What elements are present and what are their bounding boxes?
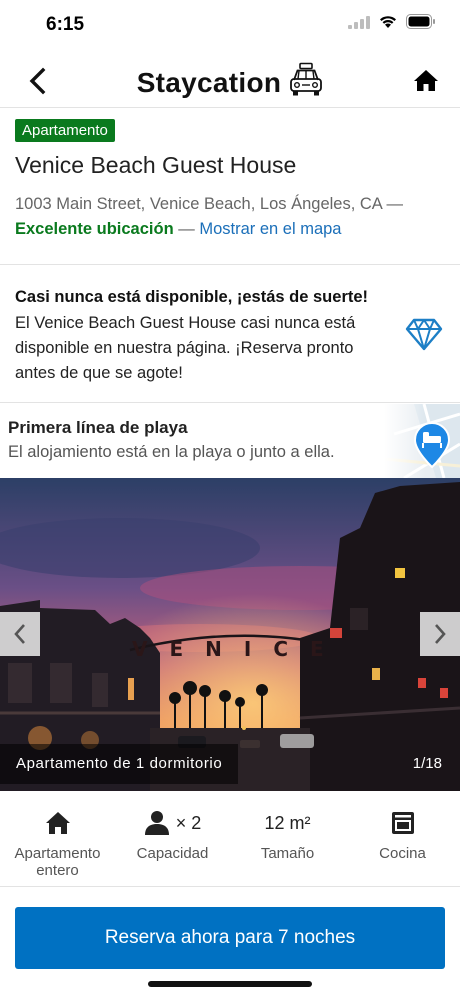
property-address-block: 1003 Main Street, Venice Beach, Los Ánge… <box>15 192 445 242</box>
facility-label-line2: entero <box>36 862 79 879</box>
wifi-icon <box>378 14 398 29</box>
app-title: Staycation <box>136 66 282 98</box>
facility-label: Tamaño <box>260 845 315 862</box>
book-now-button[interactable]: Reserva ahora para 7 noches <box>15 907 445 969</box>
oven-icon <box>391 812 414 834</box>
taxi-icon <box>289 62 323 103</box>
facility-label: Apartamento <box>14 845 101 862</box>
rare-find-text: El Venice Beach Guest House casi nunca e… <box>15 314 356 382</box>
property-header: Apartamento Venice Beach Guest House 100… <box>0 108 460 265</box>
cellular-signal-icon <box>348 15 370 29</box>
home-icon[interactable] <box>412 67 440 95</box>
property-name: Venice Beach Guest House <box>15 152 297 178</box>
size-value: 12 m² <box>264 812 311 833</box>
rare-find-title: Casi nunca está disponible, ¡estás de su… <box>15 288 369 306</box>
property-address: 1003 Main Street, Venice Beach, Los Ánge… <box>15 195 403 213</box>
facility-label: Capacidad <box>136 845 209 862</box>
status-icons <box>348 14 436 29</box>
location-rating: Excelente ubicación <box>15 220 174 238</box>
photo-counter: 1/18 <box>412 755 442 772</box>
photo-carousel[interactable]: VENICE Apartamento de 1 dormitorio 1/18 <box>0 478 460 791</box>
property-type-badge: Apartamento <box>15 119 115 142</box>
venice-sign-text: VENICE <box>132 637 346 661</box>
rare-find-section: Casi nunca está disponible, ¡estás de su… <box>0 266 460 403</box>
facility-size: 12 m² Tamaño <box>230 791 345 886</box>
show-on-map-link[interactable]: Mostrar en el mapa <box>199 220 341 238</box>
beach-pin-icon <box>413 422 451 469</box>
status-time: 6:15 <box>46 14 85 35</box>
chevron-left-icon <box>14 624 25 644</box>
battery-icon <box>406 14 436 29</box>
nav-title-group: Staycation <box>0 62 460 103</box>
person-icon <box>144 811 169 835</box>
facilities-row: Apartamento entero × 2 Capacidad 12 m² Ta… <box>0 791 460 887</box>
location-separator: — <box>173 220 200 238</box>
capacity-value: × 2 <box>175 812 202 833</box>
beachfront-section: Primera línea de playa El alojamiento es… <box>0 404 460 478</box>
photo-caption: Apartamento de 1 dormitorio <box>0 744 239 784</box>
facility-kitchen: Cocina <box>345 791 460 886</box>
chevron-right-icon <box>435 624 446 644</box>
beachfront-title: Primera línea de playa <box>8 418 188 437</box>
facility-capacity: × 2 Capacidad <box>115 791 230 886</box>
house-icon <box>45 812 70 834</box>
beachfront-text: El alojamiento está en la playa o junto … <box>8 443 335 461</box>
facility-entire-apartment: Apartamento entero <box>0 791 115 886</box>
status-bar: 6:15 <box>0 0 460 52</box>
home-indicator <box>148 981 312 987</box>
diamond-icon <box>405 317 443 351</box>
nav-bar: Staycation <box>0 52 460 108</box>
carousel-next-button[interactable] <box>420 612 460 656</box>
facility-label: Cocina <box>379 845 426 862</box>
carousel-prev-button[interactable] <box>0 612 40 656</box>
